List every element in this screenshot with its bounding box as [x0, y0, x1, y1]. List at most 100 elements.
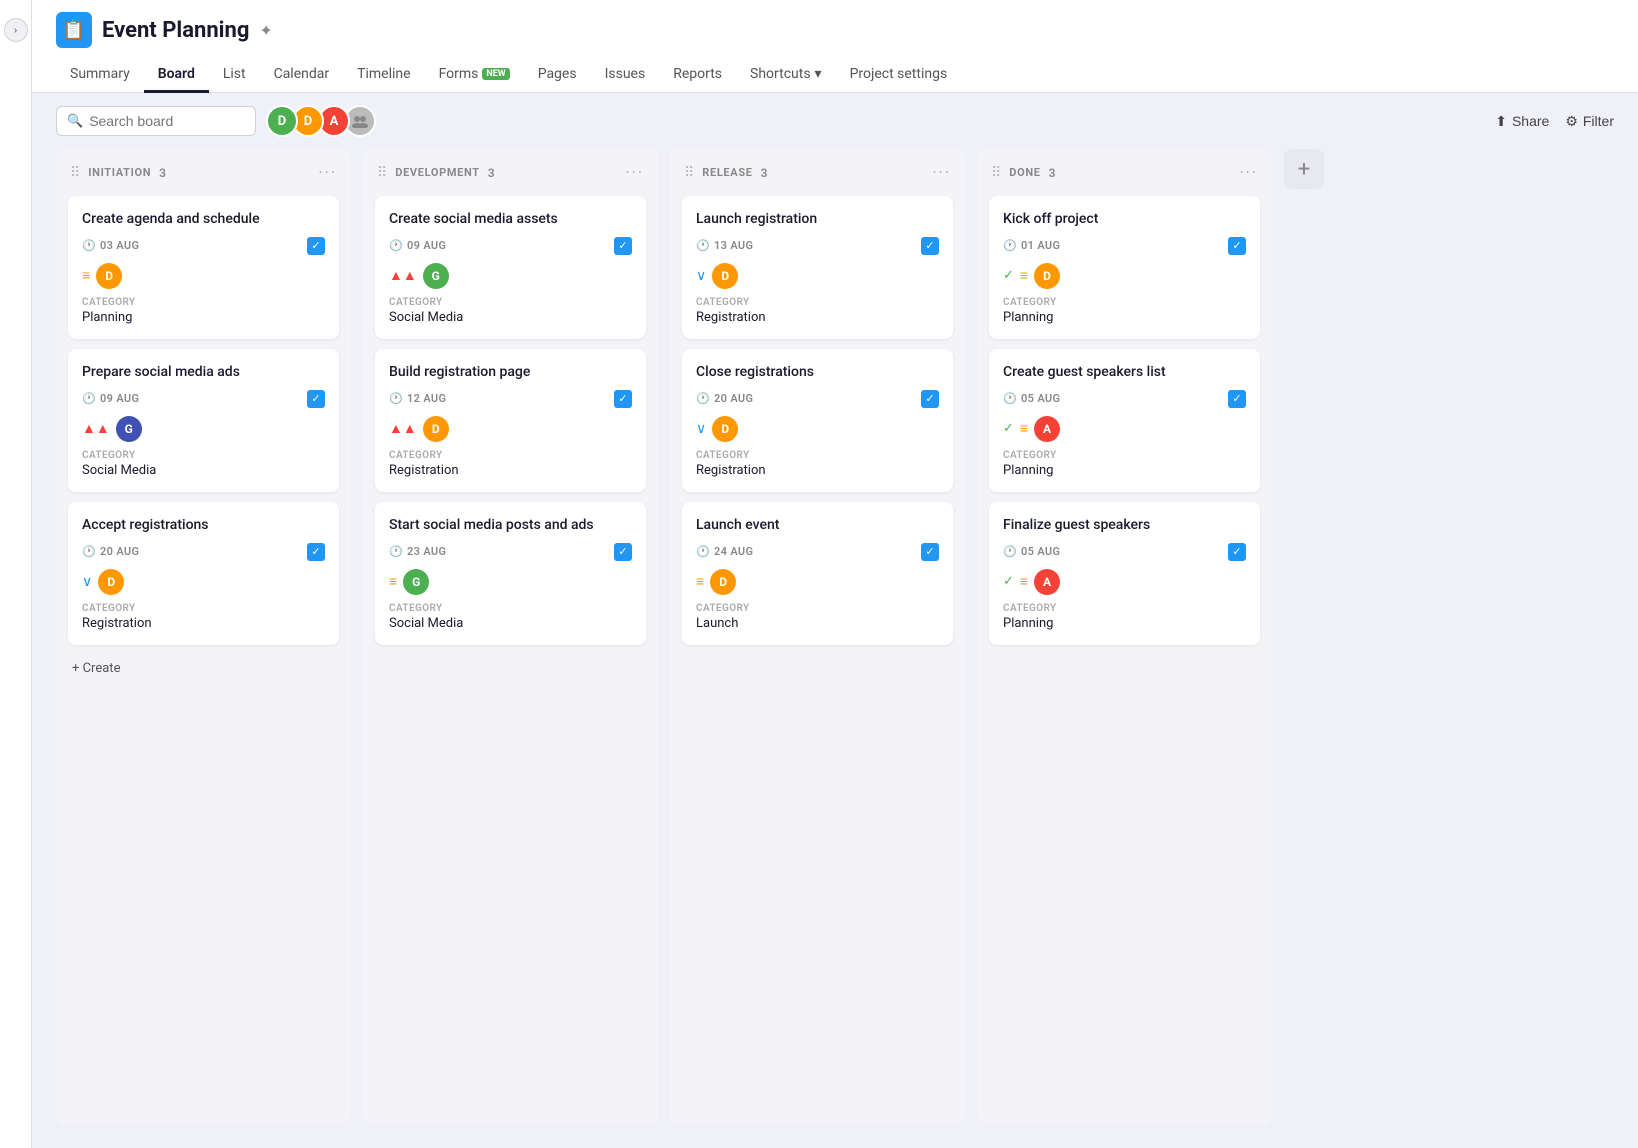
- search-input[interactable]: [89, 113, 245, 129]
- priority-medium-icon: ≡: [1020, 267, 1028, 284]
- cat-value: Social Media: [389, 616, 632, 631]
- mini-avatar[interactable]: D: [423, 416, 449, 442]
- clock-icon: 🕐: [1003, 239, 1017, 252]
- mini-avatar[interactable]: D: [712, 263, 738, 289]
- card-date: 🕐 13 AUG: [696, 239, 753, 252]
- filter-button[interactable]: ⚙ Filter: [1565, 113, 1614, 130]
- cat-value: Planning: [82, 310, 325, 325]
- card-assignee-row: ∨ D: [696, 263, 939, 289]
- tab-calendar[interactable]: Calendar: [260, 58, 344, 93]
- card-meta: 🕐 20 AUG ✓: [696, 390, 939, 408]
- tab-summary[interactable]: Summary: [56, 58, 144, 93]
- checkbox-icon[interactable]: ✓: [307, 390, 325, 408]
- checkbox-icon[interactable]: ✓: [1228, 543, 1246, 561]
- card-meta: 🕐 13 AUG ✓: [696, 237, 939, 255]
- tab-project-settings[interactable]: Project settings: [836, 58, 962, 93]
- card-date: 🕐 09 AUG: [82, 392, 139, 405]
- checkbox-icon[interactable]: ✓: [1228, 390, 1246, 408]
- card-category: Category Planning: [1003, 297, 1246, 325]
- mini-avatar[interactable]: D: [96, 263, 122, 289]
- priority-medium-icon: ≡: [1020, 573, 1028, 590]
- tab-board[interactable]: Board: [144, 58, 209, 93]
- checkbox-icon[interactable]: ✓: [307, 237, 325, 255]
- card-assignee-row: ∨ D: [696, 416, 939, 442]
- card-category: Category Social Media: [389, 603, 632, 631]
- card-meta: 🕐 05 AUG ✓: [1003, 390, 1246, 408]
- card-meta: 🕐 01 AUG ✓: [1003, 237, 1246, 255]
- card-title: Prepare social media ads: [82, 363, 325, 382]
- drag-handle-release[interactable]: ⠿: [684, 165, 694, 181]
- checkbox-icon[interactable]: ✓: [1228, 237, 1246, 255]
- drag-handle-done[interactable]: ⠿: [991, 165, 1001, 181]
- cat-label: Category: [82, 450, 325, 461]
- card-date: 🕐 24 AUG: [696, 545, 753, 558]
- clock-icon: 🕐: [696, 239, 710, 252]
- mini-avatar[interactable]: D: [710, 569, 736, 595]
- share-button[interactable]: ⬆ Share: [1495, 113, 1549, 130]
- drag-handle-initiation[interactable]: ⠿: [70, 165, 80, 181]
- card-category: Category Registration: [82, 603, 325, 631]
- card-category: Category Registration: [696, 297, 939, 325]
- card-done-1: Kick off project 🕐 01 AUG ✓ ✓ ≡ D: [989, 196, 1260, 339]
- card-assignee-row: ✓ ≡ A: [1003, 569, 1246, 595]
- app-title-row: 📋 Event Planning ✦: [56, 12, 1614, 48]
- toolbar-left: 🔍 D D A: [56, 105, 376, 137]
- tab-forms[interactable]: Forms NEW: [425, 58, 524, 93]
- checkbox-icon[interactable]: ✓: [614, 237, 632, 255]
- tab-list[interactable]: List: [209, 58, 260, 93]
- status-check-icon: ✓: [1003, 268, 1014, 283]
- card-meta: 🕐 24 AUG ✓: [696, 543, 939, 561]
- checkbox-icon[interactable]: ✓: [614, 390, 632, 408]
- col-menu-release[interactable]: ···: [932, 163, 951, 182]
- mini-avatar[interactable]: D: [98, 569, 124, 595]
- column-header-done: ⠿ DONE 3 ···: [989, 163, 1260, 186]
- mini-avatar[interactable]: A: [1034, 569, 1060, 595]
- card-title: Close registrations: [696, 363, 939, 382]
- checkbox-icon[interactable]: ✓: [921, 543, 939, 561]
- shortcuts-chevron-icon: ▾: [815, 66, 822, 82]
- card-development-2: Build registration page 🕐 12 AUG ✓ ▲▲ D …: [375, 349, 646, 492]
- card-title: Start social media posts and ads: [389, 516, 632, 535]
- mini-avatar[interactable]: D: [712, 416, 738, 442]
- add-column-button[interactable]: +: [1284, 149, 1324, 189]
- col-menu-done[interactable]: ···: [1239, 163, 1258, 182]
- priority-low-icon: ∨: [696, 268, 706, 284]
- mini-avatar[interactable]: G: [423, 263, 449, 289]
- mini-avatar[interactable]: A: [1034, 416, 1060, 442]
- tab-pages[interactable]: Pages: [524, 58, 591, 93]
- cat-label: Category: [389, 450, 632, 461]
- card-title: Create guest speakers list: [1003, 363, 1246, 382]
- column-release: ⠿ RELEASE 3 ··· Launch registration 🕐 13…: [670, 149, 965, 1124]
- tab-issues[interactable]: Issues: [591, 58, 660, 93]
- checkbox-icon[interactable]: ✓: [921, 237, 939, 255]
- mini-avatar[interactable]: D: [1034, 263, 1060, 289]
- card-release-3: Launch event 🕐 24 AUG ✓ ≡ D Category: [682, 502, 953, 645]
- search-box[interactable]: 🔍: [56, 106, 256, 136]
- mini-avatar[interactable]: G: [116, 416, 142, 442]
- drag-handle-development[interactable]: ⠿: [377, 165, 387, 181]
- tab-shortcuts[interactable]: Shortcuts ▾: [736, 58, 836, 93]
- cat-value: Launch: [696, 616, 939, 631]
- clock-icon: 🕐: [389, 545, 403, 558]
- top-bar: 📋 Event Planning ✦ Summary Board List Ca…: [32, 0, 1638, 93]
- cat-value: Registration: [696, 463, 939, 478]
- card-initiation-1: Create agenda and schedule 🕐 03 AUG ✓ ≡ …: [68, 196, 339, 339]
- card-release-2: Close registrations 🕐 20 AUG ✓ ∨ D Categ…: [682, 349, 953, 492]
- clock-icon: 🕐: [696, 545, 710, 558]
- card-initiation-2: Prepare social media ads 🕐 09 AUG ✓ ▲▲ G…: [68, 349, 339, 492]
- pin-icon[interactable]: ✦: [259, 21, 272, 40]
- sidebar-toggle-button[interactable]: ›: [4, 18, 28, 42]
- mini-avatar[interactable]: G: [403, 569, 429, 595]
- col-menu-initiation[interactable]: ···: [318, 163, 337, 182]
- checkbox-icon[interactable]: ✓: [307, 543, 325, 561]
- avatar-d-green[interactable]: D: [266, 105, 298, 137]
- create-button-initiation[interactable]: + Create: [68, 655, 339, 682]
- tab-reports[interactable]: Reports: [659, 58, 736, 93]
- tab-timeline[interactable]: Timeline: [343, 58, 424, 93]
- checkbox-icon[interactable]: ✓: [921, 390, 939, 408]
- checkbox-icon[interactable]: ✓: [614, 543, 632, 561]
- col-name-initiation: INITIATION: [88, 166, 151, 179]
- col-menu-development[interactable]: ···: [625, 163, 644, 182]
- cat-label: Category: [696, 450, 939, 461]
- sidebar-toggle-area: ›: [0, 0, 32, 1148]
